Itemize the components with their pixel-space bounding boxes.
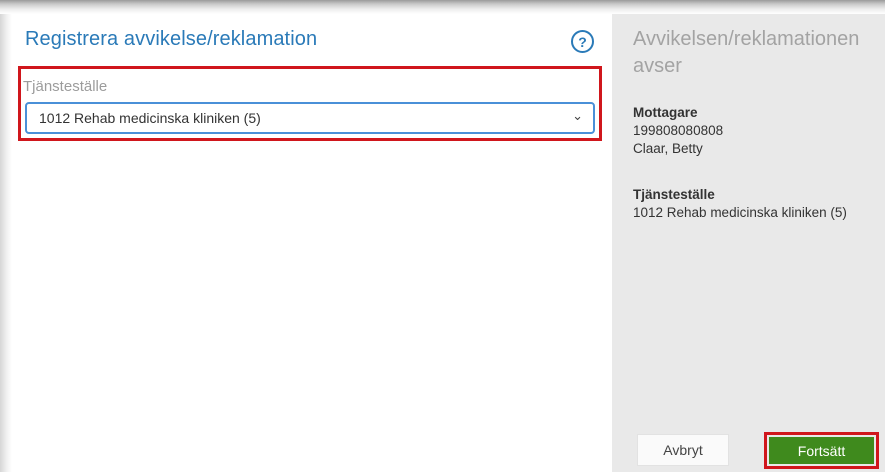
recipient-label: Mottagare	[633, 105, 698, 120]
dialog-title: Registrera avvikelse/reklamation	[25, 28, 318, 50]
cancel-button[interactable]: Avbryt	[637, 434, 729, 466]
recipient-id: 199808080808	[633, 123, 724, 138]
recipient-name: Claar, Betty	[633, 141, 703, 156]
backdrop-shadow-top	[0, 0, 885, 14]
backdrop-shadow-left	[0, 14, 12, 472]
location-select[interactable]: 1012 Rehab medicinska kliniken (5) ⌄	[25, 102, 595, 134]
summary-pane: Avvikelsen/reklamationen avser Mottagare…	[612, 14, 885, 472]
continue-button[interactable]: Fortsätt	[769, 437, 874, 464]
summary-title: Avvikelsen/reklamationen avser	[633, 28, 860, 77]
continue-button-highlight: Fortsätt	[764, 432, 879, 469]
recipient-block: Mottagare 199808080808 Claar, Betty	[633, 104, 723, 158]
location-block: Tjänsteställe 1012 Rehab medicinska klin…	[633, 186, 847, 222]
form-pane: Registrera avvikelse/reklamation ? Tjäns…	[12, 14, 612, 472]
chevron-down-icon: ⌄	[572, 108, 583, 123]
location-select-value: 1012 Rehab medicinska kliniken (5)	[39, 110, 261, 126]
registration-dialog: Registrera avvikelse/reklamation ? Tjäns…	[12, 14, 885, 472]
help-icon[interactable]: ?	[571, 30, 594, 53]
location-field-highlight: Tjänsteställe 1012 Rehab medicinska klin…	[18, 66, 602, 141]
location-summary-label: Tjänsteställe	[633, 187, 715, 202]
location-summary-value: 1012 Rehab medicinska kliniken (5)	[633, 205, 847, 220]
location-field-label: Tjänsteställe	[23, 78, 108, 95]
